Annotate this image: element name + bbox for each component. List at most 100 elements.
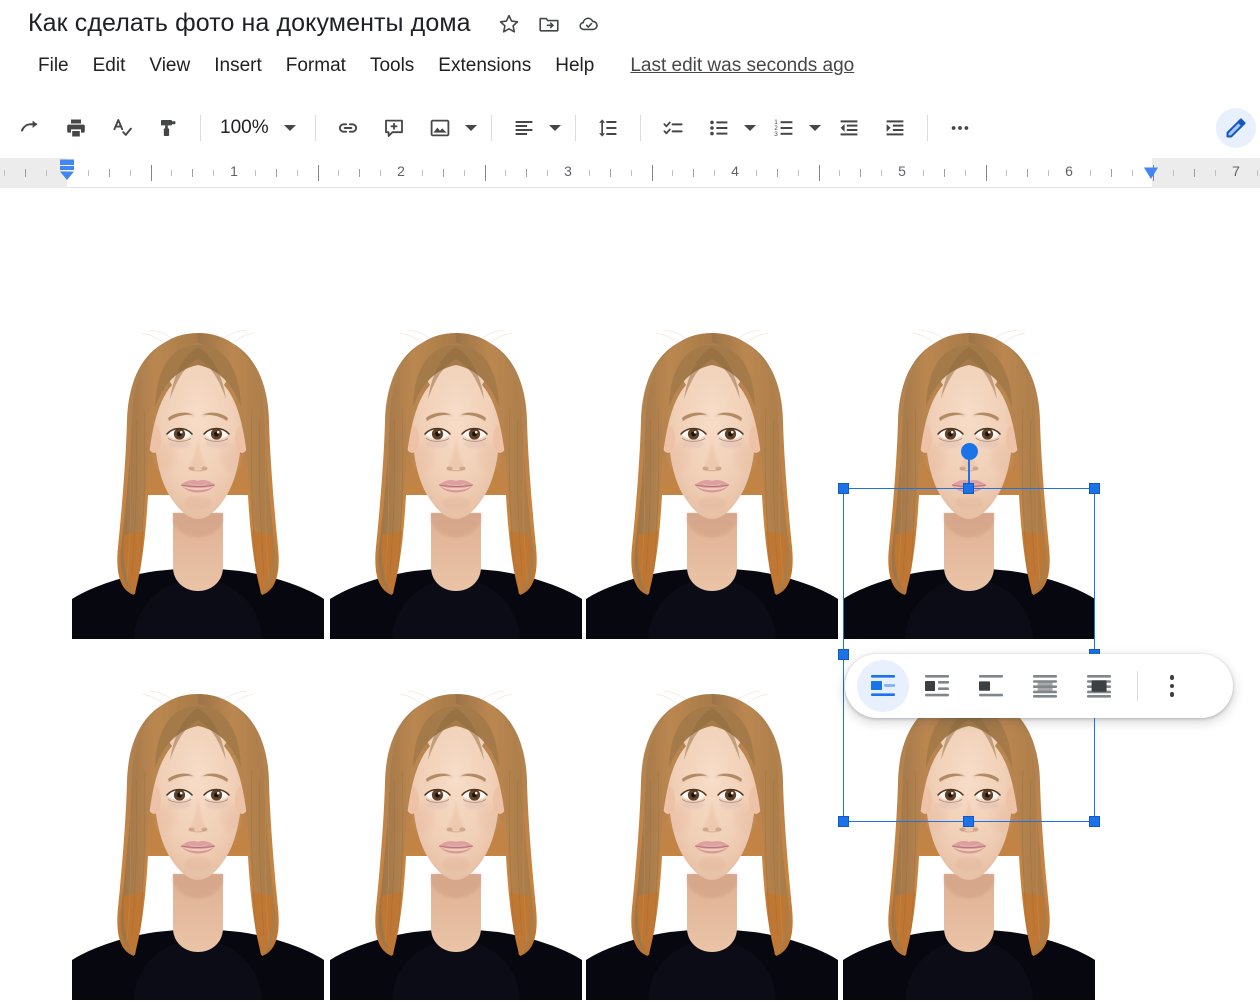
ruler-tick (609, 169, 611, 177)
ruler-tick (359, 169, 361, 177)
add-comment-button[interactable] (374, 108, 414, 148)
in-front-of-text-button[interactable] (1073, 660, 1125, 712)
ruler-number: 5 (898, 163, 906, 179)
rotate-handle[interactable] (960, 443, 978, 460)
left-indent-marker[interactable] (59, 159, 75, 181)
document-photo[interactable] (586, 299, 838, 639)
ruler-tick (87, 170, 89, 176)
resize-handle-bottom-left[interactable] (838, 816, 849, 827)
document-photo[interactable] (72, 299, 324, 639)
editing-mode-button[interactable] (1216, 108, 1256, 148)
ruler-tick (1006, 170, 1008, 176)
photo-image (586, 660, 838, 1000)
menu-help[interactable]: Help (543, 52, 606, 80)
document-photo[interactable] (330, 660, 582, 1000)
ruler-number: 2 (397, 163, 405, 179)
document-page[interactable] (0, 189, 1260, 1002)
spelling-check-button[interactable] (102, 108, 142, 148)
insert-image-button[interactable] (420, 108, 460, 148)
ruler-tick (672, 170, 674, 176)
last-edit-status[interactable]: Last edit was seconds ago (630, 55, 854, 77)
break-text-button[interactable] (965, 660, 1017, 712)
resize-handle-bottom-center[interactable] (963, 816, 974, 827)
ruler-tick (1173, 170, 1175, 176)
google-docs-window: Как сделать фото на документы дома File … (0, 0, 1260, 1002)
move-to-folder-icon[interactable] (537, 12, 561, 36)
bulleted-list-button[interactable] (699, 108, 739, 148)
resize-handle-bottom-right[interactable] (1089, 816, 1100, 827)
ruler-tick (25, 169, 27, 177)
wrap-text-button[interactable] (911, 660, 963, 712)
dot (1169, 692, 1175, 697)
ruler-tick (129, 170, 131, 176)
ruler-tick (421, 170, 423, 176)
wrap-inline-button[interactable] (857, 660, 909, 712)
menu-view[interactable]: View (137, 52, 202, 80)
document-photo[interactable] (843, 299, 1095, 639)
ruler[interactable]: 1 2 3 4 5 6 7 (0, 158, 1260, 188)
menu-file[interactable]: File (26, 52, 81, 80)
ruler-tick (254, 170, 256, 176)
toolbar-divider (491, 115, 492, 141)
menu-tools[interactable]: Tools (358, 52, 426, 80)
document-photo[interactable] (330, 299, 582, 639)
menu-extensions[interactable]: Extensions (426, 52, 543, 80)
ruler-tick (1131, 170, 1133, 176)
more-options-button[interactable] (940, 108, 980, 148)
numbered-list-dropdown[interactable] (804, 110, 826, 146)
ruler-tick (714, 170, 716, 176)
increase-indent-button[interactable] (875, 108, 915, 148)
ruler-tick (776, 169, 778, 177)
document-photo[interactable] (72, 660, 324, 1000)
zoom-level-select[interactable]: 100% (210, 110, 306, 146)
print-button[interactable] (56, 108, 96, 148)
ruler-tick (881, 170, 883, 176)
right-indent-marker[interactable] (1143, 167, 1159, 181)
ruler-tick (818, 165, 820, 181)
star-icon[interactable] (497, 12, 521, 36)
bulleted-list-dropdown[interactable] (739, 110, 761, 146)
ruler-tick (922, 170, 924, 176)
ruler-tick (4, 170, 6, 176)
menu-format[interactable]: Format (274, 52, 358, 80)
document-photo[interactable] (586, 660, 838, 1000)
insert-image-dropdown[interactable] (460, 110, 482, 146)
svg-text:3: 3 (774, 131, 778, 138)
insert-image-combo (417, 108, 482, 148)
align-button[interactable] (504, 108, 544, 148)
resize-handle-top-center[interactable] (963, 483, 974, 494)
all-image-options-button[interactable] (1150, 664, 1194, 708)
chevron-down-icon (465, 125, 477, 131)
resize-handle-top-right[interactable] (1089, 483, 1100, 494)
ruler-tick (943, 169, 945, 177)
ruler-tick (150, 165, 152, 181)
resize-handle-top-left[interactable] (838, 483, 849, 494)
chevron-down-icon (549, 125, 561, 131)
menu-edit[interactable]: Edit (81, 52, 138, 80)
ruler-tick (1215, 170, 1217, 176)
document-title[interactable]: Как сделать фото на документы дома (28, 9, 471, 38)
photo-image (843, 299, 1095, 639)
ruler-tick (1089, 170, 1091, 176)
decrease-indent-button[interactable] (829, 108, 869, 148)
toolbar-divider (927, 115, 928, 141)
ruler-tick (338, 170, 340, 176)
ruler-tick (797, 170, 799, 176)
main-toolbar: 100% 1 2 3 (0, 100, 1260, 156)
align-combo (501, 108, 566, 148)
ruler-number: 6 (1065, 163, 1073, 179)
line-spacing-button[interactable] (588, 108, 628, 148)
paint-format-button[interactable] (148, 108, 188, 148)
align-dropdown[interactable] (544, 110, 566, 146)
ruler-number: 7 (1232, 163, 1240, 179)
checklist-button[interactable] (653, 108, 693, 148)
insert-link-button[interactable] (328, 108, 368, 148)
numbered-list-button[interactable]: 1 2 3 (764, 108, 804, 148)
ruler-tick (505, 170, 507, 176)
resize-handle-middle-left[interactable] (838, 649, 849, 660)
redo-button[interactable] (10, 108, 50, 148)
photo-image (330, 299, 582, 639)
behind-text-button[interactable] (1019, 660, 1071, 712)
cloud-saved-icon[interactable] (577, 12, 601, 36)
menu-insert[interactable]: Insert (202, 52, 274, 80)
